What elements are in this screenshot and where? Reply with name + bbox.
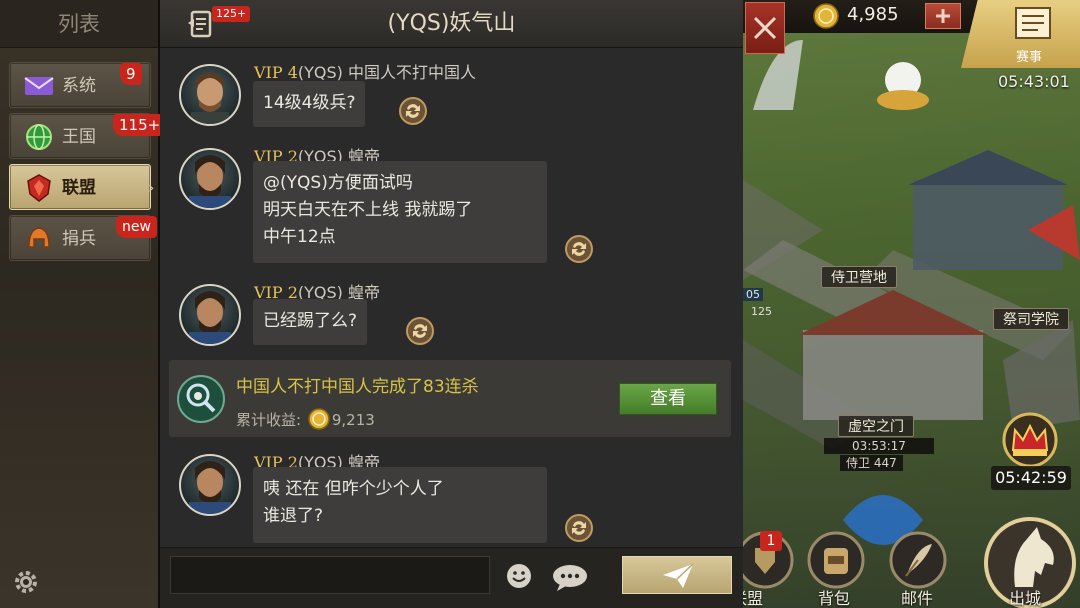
avatar[interactable] [179, 454, 241, 516]
alliance-label: 联盟 [743, 589, 764, 608]
category-panel: 列表 系统 9 王国 115+ 联盟 › 捐兵 new [0, 0, 167, 608]
chat-header: 125+ (YQS)妖气山 [160, 0, 743, 48]
priest-academy-label[interactable]: 祭司学院 [993, 308, 1069, 330]
message-bubble[interactable]: 咦 还在 但咋个少个人了 谁退了? [253, 467, 547, 543]
translate-icon[interactable] [405, 316, 435, 346]
mail-label: 邮件 [901, 589, 934, 608]
map-value: 125 [751, 305, 772, 318]
new-badge: new [116, 216, 157, 238]
tournament-button[interactable]: 赛事 [961, 0, 1080, 68]
avatar-portrait-icon [189, 461, 231, 514]
guard-camp-label[interactable]: 侍卫营地 [821, 266, 897, 288]
category-donate-troops[interactable]: 捐兵 new [9, 215, 157, 261]
gold-coin-icon [308, 408, 330, 430]
message-bubble[interactable]: @(YQS)方便面试吗 明天白天在不上线 我就踢了 中午12点 [253, 161, 547, 263]
close-button[interactable] [745, 2, 785, 54]
message-line: 咦 还在 但咋个少个人了 [263, 479, 444, 499]
event-income: 累计收益: 9,213 [236, 408, 375, 430]
view-button[interactable]: 查看 [619, 383, 717, 415]
event-text: 中国人不打中国人完成了83连杀 [236, 377, 479, 397]
crown-timer: 05:42:59 [991, 466, 1071, 490]
category-label: 捐兵 [62, 229, 96, 249]
chat-input[interactable] [170, 556, 490, 594]
tournament-label: 赛事 [1016, 50, 1043, 65]
scroll-icon [1015, 7, 1051, 39]
close-icon [753, 16, 777, 40]
guard-count: 侍卫 447 [840, 455, 903, 471]
globe-icon [26, 124, 52, 150]
chevron-right-icon: › [148, 178, 155, 197]
gear-icon[interactable] [12, 568, 40, 596]
mail-icon[interactable] [888, 530, 948, 590]
exit-city-label: 出城 [1009, 589, 1042, 608]
category-label: 王国 [62, 127, 96, 147]
mail-icon [24, 77, 54, 95]
avatar-portrait-icon [191, 73, 229, 124]
category-system[interactable]: 系统 9 [9, 62, 151, 108]
message-meta: VIP 4(YQS) 中国人不打中国人 [254, 59, 476, 83]
alliance-crest-icon [27, 174, 51, 202]
map-value: 05 [743, 288, 763, 301]
gold-amount: 4,985 [847, 4, 899, 25]
chat-bubble-icon[interactable] [550, 562, 590, 592]
void-gate-label[interactable]: 虚空之门 [838, 415, 914, 437]
alliance-badge: 1 [760, 531, 782, 551]
chat-panel: 125+ (YQS)妖气山 VIP 4(YQS) 中国人不打中国人 14级4级兵… [160, 0, 743, 608]
plus-icon [936, 9, 950, 23]
message-bubble[interactable]: 14级4级兵? [253, 81, 366, 127]
void-gate-timer: 03:53:17 [824, 438, 934, 454]
tournament-timer: 05:43:01 [998, 72, 1070, 91]
chat-title: (YQS)妖气山 [387, 11, 516, 36]
translate-icon[interactable] [564, 513, 594, 543]
sender-name[interactable]: 中国人不打中国人 [348, 63, 476, 82]
unread-badge: 9 [120, 63, 142, 85]
translate-icon[interactable] [398, 96, 428, 126]
translate-icon[interactable] [564, 234, 594, 264]
magnifier-skull-icon [177, 375, 225, 423]
category-label: 系统 [62, 76, 96, 96]
gold-coin-icon [813, 3, 839, 29]
avatar[interactable] [179, 284, 241, 346]
kill-streak-event-card: 中国人不打中国人完成了83连杀 累计收益: 9,213 查看 [169, 360, 731, 437]
vip-level: VIP 4 [254, 63, 298, 82]
message-line: 谁退了? [263, 506, 324, 526]
message-line: 明天白天在不上线 我就踢了 [263, 200, 473, 220]
income-value: 9,213 [331, 411, 375, 429]
message-bubble[interactable]: 已经踢了么? [253, 299, 368, 345]
avatar-portrait-icon [189, 155, 231, 208]
paper-plane-icon [663, 563, 694, 588]
income-label: 累计收益: [236, 411, 302, 429]
chat-input-bar [160, 547, 743, 608]
add-gold-button[interactable] [925, 3, 961, 29]
category-label: 联盟 [62, 178, 96, 198]
message-line: @(YQS)方便面试吗 [263, 173, 413, 193]
avatar-portrait-icon [189, 291, 231, 344]
category-alliance[interactable]: 联盟 [9, 164, 151, 210]
backpack-icon[interactable] [806, 530, 866, 590]
panel-title: 列表 [0, 0, 158, 48]
unread-badge: 115+ [113, 114, 167, 136]
crown-icon[interactable] [999, 412, 1061, 468]
emoji-icon[interactable] [504, 561, 534, 591]
alliance-tag: (YQS) [297, 63, 343, 82]
message-line: 中午12点 [263, 227, 336, 247]
send-button[interactable] [622, 556, 732, 594]
avatar[interactable] [179, 148, 241, 210]
avatar[interactable] [179, 64, 241, 126]
backpack-label: 背包 [818, 589, 851, 608]
category-kingdom[interactable]: 王国 115+ [9, 113, 167, 159]
city-map-view[interactable]: 4,985 赛事 05:43:01 侍卫营地 祭司学院 虚空之门 03:53:1… [743, 0, 1080, 608]
helmet-icon [28, 227, 50, 248]
